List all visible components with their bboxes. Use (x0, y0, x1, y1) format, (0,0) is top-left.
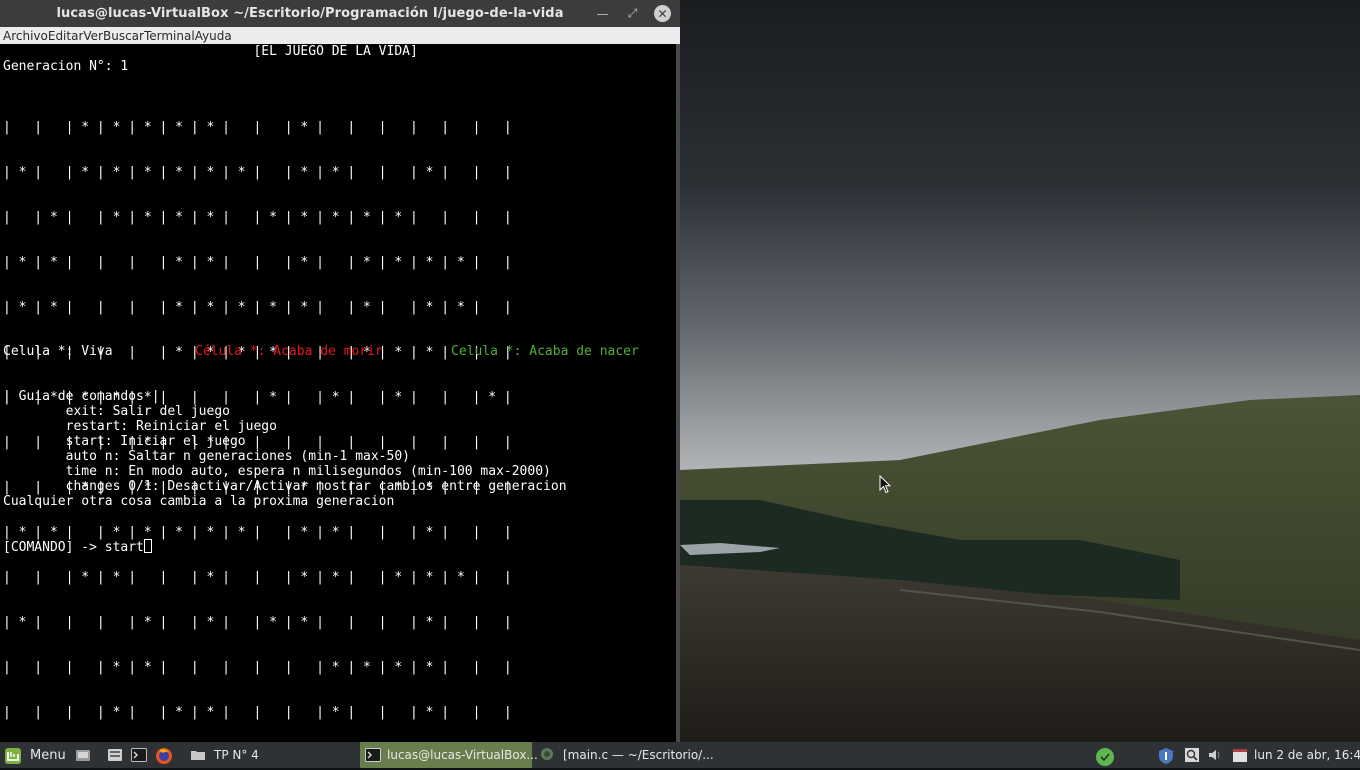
menu-terminal[interactable]: Terminal (144, 29, 195, 43)
menu-editar[interactable]: Editar (48, 29, 84, 43)
firefox-icon (155, 747, 172, 764)
terminal-window: lucas@lucas-VirtualBox ~/Escritorio/Prog… (0, 0, 680, 742)
window-title: lucas@lucas-VirtualBox ~/Escritorio/Prog… (56, 6, 564, 21)
shield-icon (1158, 747, 1174, 764)
guide-footer: Cualquier otra cosa cambia a la proxima … (3, 494, 395, 509)
menu-archivo[interactable]: Archivo (3, 29, 48, 43)
guide-line: auto n: Saltar n generaciones (min-1 max… (3, 449, 410, 464)
terminal-icon (131, 747, 147, 763)
search-icon (1184, 747, 1200, 763)
shield-tray[interactable] (1158, 742, 1174, 768)
calendar-tray[interactable] (1232, 742, 1248, 768)
minimize-button[interactable]: — (594, 5, 611, 22)
guide-line: time n: En modo auto, espera n milisegun… (3, 464, 551, 479)
update-icon (1095, 747, 1114, 766)
menu-ayuda[interactable]: Ayuda (195, 29, 232, 43)
terminal-icon (365, 747, 381, 763)
disk-icon (107, 747, 123, 763)
command-prompt: [COMANDO] -> (3, 540, 105, 555)
clock[interactable]: lun 2 de abr, 16:41 (1254, 742, 1360, 768)
maximize-icon: ⤢ (627, 6, 638, 20)
folder-icon (190, 747, 206, 763)
update-manager-tray[interactable] (1095, 742, 1114, 768)
close-button[interactable]: ✕ (654, 5, 671, 22)
editor-icon (540, 747, 556, 763)
grid-row: | * | | * | * | * | * | * | * | | * | * … (3, 165, 512, 180)
volume-icon (1207, 747, 1223, 763)
grid-row: | * | * | | | | * | * | * | * | * | | * … (3, 300, 512, 315)
minimize-icon: — (596, 6, 609, 21)
show-desktop-launcher[interactable] (75, 742, 91, 768)
mouse-pointer-icon (879, 474, 892, 498)
files-icon (75, 747, 91, 763)
command-input[interactable]: start (105, 540, 144, 555)
task-label: [main.c — ~/Escritorio/... (563, 748, 714, 762)
grid-row: | * | * | | | | * | * | | | * | | * | * … (3, 255, 512, 270)
grid-row: | | | | * | * | | | | | | * | * | * | * … (3, 660, 512, 675)
volume-tray[interactable] (1207, 742, 1223, 768)
grid-row: | | * | | * | * | * | * | | * | * | * | … (3, 210, 512, 225)
task-label: lucas@lucas-VirtualBox... (387, 748, 538, 762)
generation-counter: Generacion N°: 1 (3, 59, 129, 74)
guide-line: restart: Reiniciar el juego (3, 419, 277, 434)
grid-row: | | | * | * | * | * | * | | | * | | | | … (3, 120, 512, 135)
search-tray[interactable] (1184, 742, 1200, 768)
command-line[interactable]: [COMANDO] -> start (3, 539, 152, 555)
window-titlebar[interactable]: lucas@lucas-VirtualBox ~/Escritorio/Prog… (0, 0, 680, 27)
terminal-menubar: Archivo Editar Ver Buscar Terminal Ayuda (0, 27, 680, 44)
legend-born: Celula *: Acaba de nacer (451, 344, 639, 359)
grid-row: | * | | | | * | | * | | * | * | | | | * … (3, 615, 512, 630)
grid-row: | | | | * | | * | * | | | | * | | | * | … (3, 705, 512, 720)
task-editor[interactable]: [main.c — ~/Escritorio/... (538, 742, 714, 768)
grid-row: | * | * | | * | * | * | * | * | | * | * … (3, 525, 512, 540)
guide-line: start: Iniciar el juego (3, 434, 246, 449)
terminal-output[interactable]: [EL JUEGO DE LA VIDA] Generacion N°: 1 |… (0, 44, 676, 742)
firefox-launcher[interactable] (155, 742, 172, 768)
legend-alive: Celula *: Viva (3, 344, 113, 359)
mint-logo-icon (4, 747, 21, 764)
close-icon: ✕ (657, 6, 668, 21)
folder-tp4[interactable]: TP N° 4 (190, 742, 259, 768)
taskbar: Menu TP N° 4 lucas@lucas-VirtualBox... [… (0, 742, 1360, 768)
grid-row: | | | * | * | | | * | | | * | * | | * | … (3, 570, 512, 585)
terminal-scrollbar[interactable] (676, 44, 680, 742)
terminal-launcher[interactable] (131, 742, 147, 768)
legend-died: Célula *: Acaba de morir (195, 344, 383, 359)
game-title: [EL JUEGO DE LA VIDA] (3, 44, 418, 59)
menu-ver[interactable]: Ver (83, 29, 103, 43)
guide-line: exit: Salir del juego (3, 404, 230, 419)
folder-label: TP N° 4 (214, 748, 259, 762)
guide-line: changes 0/1: Desactivar/Activar mostrar … (3, 479, 567, 494)
text-cursor (143, 539, 152, 553)
maximize-button[interactable]: ⤢ (624, 5, 641, 22)
menu-buscar[interactable]: Buscar (103, 29, 144, 43)
files-launcher[interactable] (107, 742, 123, 768)
task-terminal[interactable]: lucas@lucas-VirtualBox... (360, 742, 538, 768)
guide-title: | Guia de comandos | (3, 389, 160, 404)
start-menu-button[interactable]: Menu (4, 742, 66, 768)
start-menu-label: Menu (30, 747, 66, 763)
calendar-icon (1232, 747, 1248, 763)
